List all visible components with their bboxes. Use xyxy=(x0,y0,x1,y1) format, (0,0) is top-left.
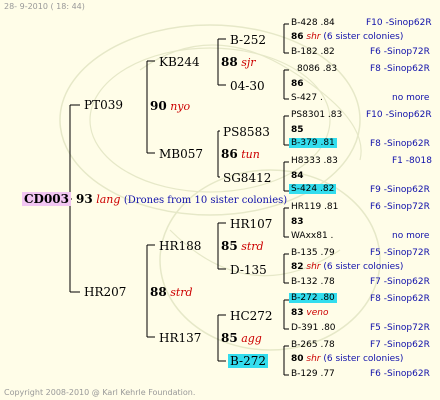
l4-sire[interactable]: B-265 .78 xyxy=(291,341,335,350)
pedigree-chart: 28- 9-2010 ( 18: 44) Copyright 2008-2010… xyxy=(0,0,440,400)
l4-score: 86 xyxy=(291,80,304,89)
l2-breed: tun xyxy=(241,148,260,161)
l4-num: 83 xyxy=(291,308,304,318)
l1-num: 88 xyxy=(150,285,167,299)
l2-node-hr137[interactable]: HR137 xyxy=(159,332,201,344)
l3-node[interactable]: HR107 xyxy=(230,218,272,230)
l4-score: 85 xyxy=(291,126,304,135)
l4-num: 83 xyxy=(291,217,304,227)
l1-breed: nyo xyxy=(170,100,191,113)
l4-sire-note: F7 -Sinop62R xyxy=(370,340,430,350)
root-score: 93 lang (Drones from 10 sister colonies) xyxy=(76,193,287,206)
l4-dam-label: B-379 .81 xyxy=(289,138,337,148)
l1-node-hr207[interactable]: HR207 xyxy=(84,286,126,298)
l4-dam-note: F7 -Sinop62R xyxy=(370,277,430,287)
l3-node[interactable]: B-272 xyxy=(228,354,268,368)
root-node[interactable]: CD003 xyxy=(22,192,72,206)
l4-dam[interactable]: B-379 .81 xyxy=(289,138,337,148)
l4-breed: shr xyxy=(306,354,321,364)
l4-dam-note: no more xyxy=(392,231,430,241)
l4-dam[interactable]: B-182 .82 xyxy=(291,48,335,57)
l4-score: 86 shr (6 sister colonies) xyxy=(291,33,403,42)
l4-sire-note: F10 -Sinop62R xyxy=(366,110,432,120)
l3-node[interactable]: 04-30 xyxy=(230,80,265,92)
l3-node[interactable]: HC272 xyxy=(230,310,273,322)
l2-num: 85 xyxy=(221,331,238,345)
l2-score: 86 tun xyxy=(221,148,260,160)
l4-sire[interactable]: 8086 .83 xyxy=(297,65,337,74)
l2-score: 88 sjr xyxy=(221,56,256,68)
l4-num: 85 xyxy=(291,125,304,135)
l4-sire-note: F6 -Sinop72R xyxy=(370,202,430,212)
l4-note: (6 sister colonies) xyxy=(323,32,404,42)
l4-dam[interactable]: B-132 .78 xyxy=(291,278,335,287)
l4-dam[interactable]: S-427 . xyxy=(291,94,323,103)
l4-dam[interactable]: D-391 .80 xyxy=(291,324,336,333)
l4-sire-note: F1 -8018 xyxy=(392,156,432,166)
l2-breed: strd xyxy=(241,240,264,253)
l4-breed: shr xyxy=(306,32,321,42)
root-id: CD003 xyxy=(22,192,72,206)
l2-breed: agg xyxy=(241,332,262,345)
l2-breed: sjr xyxy=(241,56,256,69)
root-num: 93 xyxy=(76,192,93,206)
l4-dam[interactable]: WAxx81 . xyxy=(291,232,333,241)
l1-breed: strd xyxy=(170,286,193,299)
l3-node-label: B-272 xyxy=(228,354,268,368)
l4-num: 84 xyxy=(291,171,304,181)
l4-dam-note: F9 -Sinop62R xyxy=(370,185,430,195)
l2-num: 88 xyxy=(221,55,238,69)
l4-num: 82 xyxy=(291,262,304,272)
l1-num: 90 xyxy=(150,99,167,113)
l4-dam-note: no more xyxy=(392,93,430,103)
l4-sire-note: F10 -Sinop62R xyxy=(366,18,432,28)
l4-num: 80 xyxy=(291,354,304,364)
l4-dam-label: S-424 .82 xyxy=(289,184,337,194)
l1-score-hr207: 88 strd xyxy=(150,286,193,298)
l4-score: 83 veno xyxy=(291,309,328,318)
l4-sire[interactable]: H8333 .83 xyxy=(291,157,338,166)
l4-dam-note: F6 -Sinop72R xyxy=(370,47,430,57)
l2-node-mb057[interactable]: MB057 xyxy=(159,148,203,160)
l2-node-kb244[interactable]: KB244 xyxy=(159,56,200,68)
l1-score-pt039: 90 nyo xyxy=(150,100,190,112)
l4-score: 84 xyxy=(291,172,304,181)
l2-score: 85 strd xyxy=(221,240,264,252)
l4-breed: shr xyxy=(306,262,321,272)
l4-sire-note: F8 -Sinop62R xyxy=(370,294,430,304)
l2-node-hr188[interactable]: HR188 xyxy=(159,240,201,252)
l4-num: 86 xyxy=(291,79,304,89)
l4-sire[interactable]: B-272 .80 xyxy=(289,293,337,303)
l4-score: 80 shr (6 sister colonies) xyxy=(291,355,403,364)
l3-node[interactable]: SG8412 xyxy=(223,172,271,184)
l4-sire-note: F8 -Sinop62R xyxy=(370,64,430,74)
l4-sire[interactable]: B-135 .79 xyxy=(291,249,335,258)
l1-node-pt039[interactable]: PT039 xyxy=(84,99,123,111)
l4-note: (6 sister colonies) xyxy=(323,262,404,272)
l3-node[interactable]: D-135 xyxy=(230,264,267,276)
l2-num: 85 xyxy=(221,239,238,253)
l4-score: 83 xyxy=(291,218,304,227)
l2-score: 85 agg xyxy=(221,332,262,344)
l4-dam-note: F5 -Sinop72R xyxy=(370,323,430,333)
l4-score: 82 shr (6 sister colonies) xyxy=(291,263,403,272)
l4-num: 86 xyxy=(291,32,304,42)
l2-num: 86 xyxy=(221,147,238,161)
l4-dam-note: F6 -Sinop62R xyxy=(370,369,430,379)
l4-sire-label: B-272 .80 xyxy=(289,293,337,303)
root-breed: lang xyxy=(96,193,121,206)
l4-sire-note: F5 -Sinop72R xyxy=(370,248,430,258)
l4-sire[interactable]: HR119 .81 xyxy=(291,203,338,212)
l4-breed: veno xyxy=(306,308,329,318)
l4-sire[interactable]: PS8301 .83 xyxy=(291,111,342,120)
l4-dam[interactable]: B-129 .77 xyxy=(291,370,335,379)
l3-node[interactable]: B-252 xyxy=(230,34,266,46)
l4-dam[interactable]: S-424 .82 xyxy=(289,184,337,194)
l3-node[interactable]: PS8583 xyxy=(223,126,270,138)
l4-note: (6 sister colonies) xyxy=(323,354,404,364)
root-note: (Drones from 10 sister colonies) xyxy=(123,195,288,206)
l4-sire[interactable]: B-428 .84 xyxy=(291,19,335,28)
l4-dam-note: F8 -Sinop62R xyxy=(370,139,430,149)
